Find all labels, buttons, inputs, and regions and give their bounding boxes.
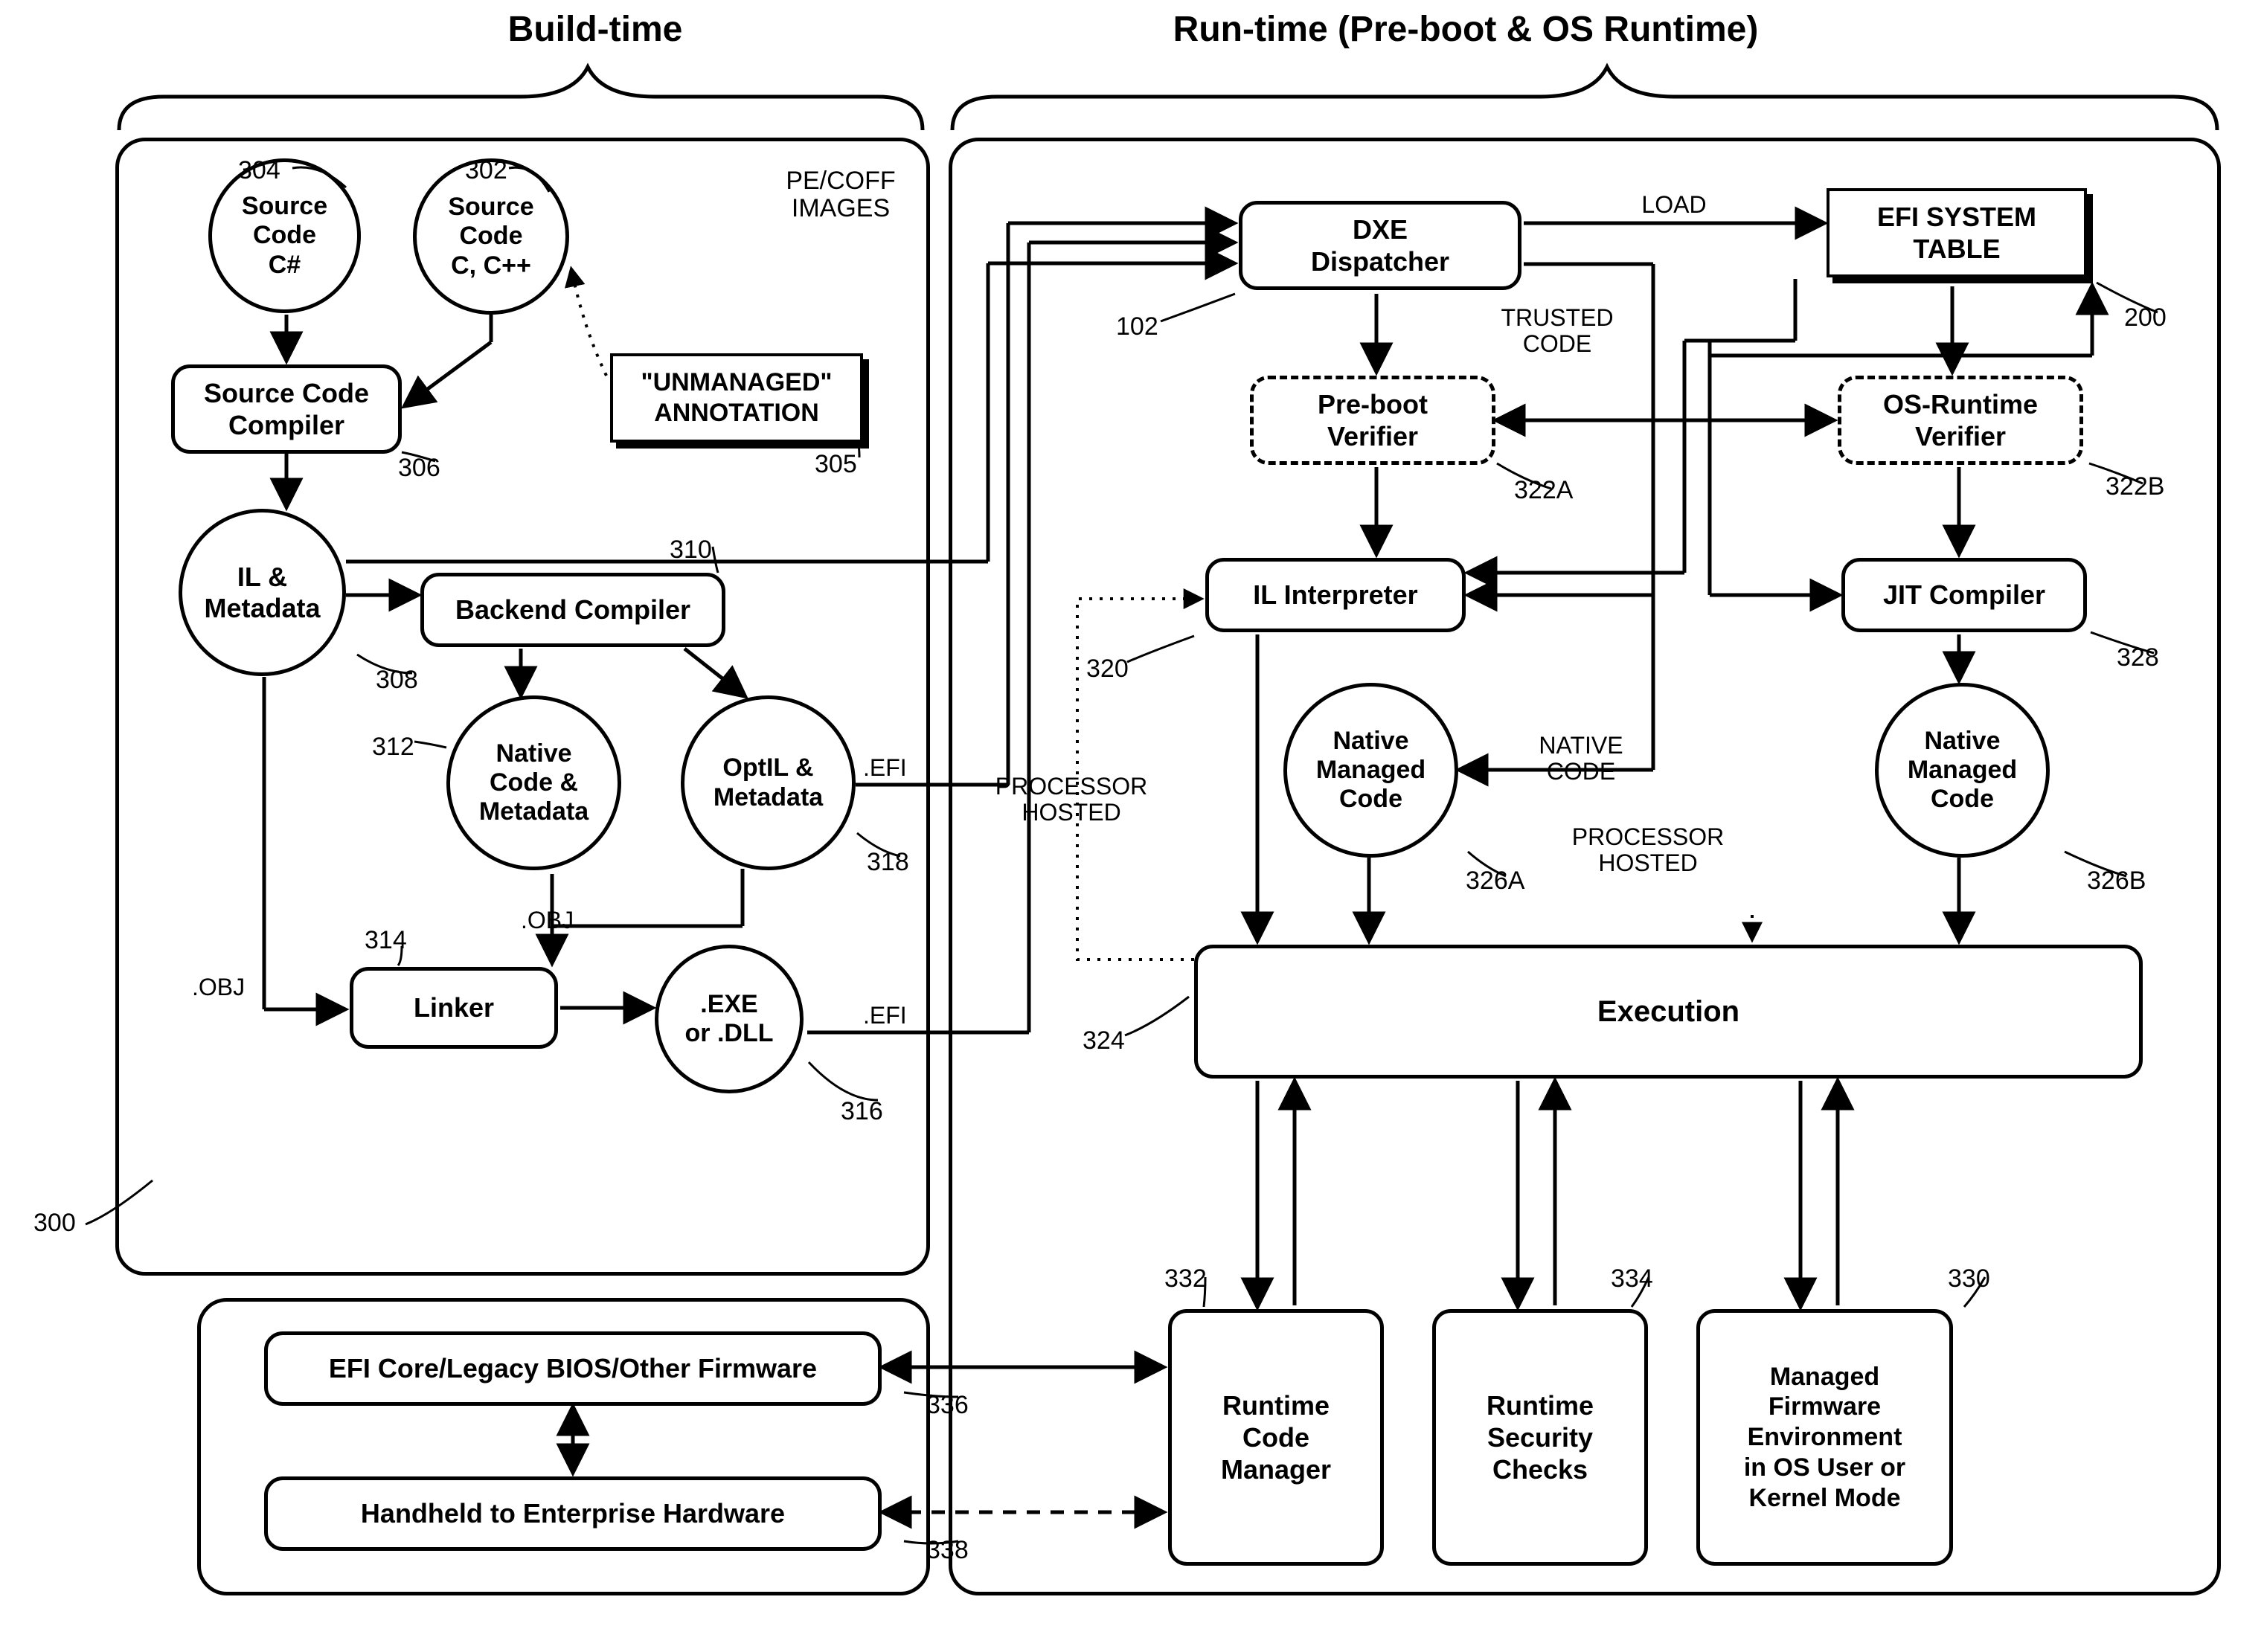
optil-metadata-circle: OptIL & Metadata xyxy=(681,695,856,870)
text: Source Code Compiler xyxy=(204,377,369,441)
ref-312: 312 xyxy=(372,733,414,762)
text: DXE Dispatcher xyxy=(1311,213,1449,277)
ref-328: 328 xyxy=(2117,643,2159,672)
build-time-title: Build-time xyxy=(446,9,744,50)
text: Linker xyxy=(414,991,494,1023)
text: Managed Firmware Environment in OS User … xyxy=(1744,1362,1905,1514)
trusted-code-label: TRUSTED CODE xyxy=(1483,305,1632,357)
text: JIT Compiler xyxy=(1883,579,2045,611)
efi-firmware-box: EFI Core/Legacy BIOS/Other Firmware xyxy=(264,1331,882,1406)
ref-102: 102 xyxy=(1116,312,1158,341)
native-code-metadata-circle: Native Code & Metadata xyxy=(446,695,621,870)
text: Runtime Security Checks xyxy=(1487,1389,1594,1486)
ref-338: 338 xyxy=(926,1536,969,1565)
ref-334: 334 xyxy=(1611,1264,1653,1293)
ref-326a: 326A xyxy=(1466,867,1524,896)
text: Pre-boot Verifier xyxy=(1318,388,1428,452)
text: EFI Core/Legacy BIOS/Other Firmware xyxy=(329,1352,817,1384)
text: "UNMANAGED" ANNOTATION xyxy=(641,367,832,428)
load-label: LOAD xyxy=(1629,192,1719,218)
text: OptIL & Metadata xyxy=(713,753,823,811)
ref-200: 200 xyxy=(2124,303,2167,332)
text: Handheld to Enterprise Hardware xyxy=(361,1497,785,1529)
native-code-label: NATIVE CODE xyxy=(1521,733,1641,785)
text: OS-Runtime Verifier xyxy=(1883,388,2038,452)
text: IL Interpreter xyxy=(1253,579,1417,611)
dxe-dispatcher-box: DXE Dispatcher xyxy=(1239,201,1521,290)
pecoff-label: PE/COFF IMAGES xyxy=(766,167,915,223)
run-time-title: Run-time (Pre-boot & OS Runtime) xyxy=(1101,9,1830,50)
linker-box: Linker xyxy=(350,967,558,1049)
text: Execution xyxy=(1597,994,1739,1029)
text: Native Code & Metadata xyxy=(479,739,589,826)
backend-compiler-box: Backend Compiler xyxy=(420,573,725,647)
ref-330: 330 xyxy=(1948,1264,1990,1293)
native-managed-code-b-circle: Native Managed Code xyxy=(1875,683,2050,858)
processor-hosted-label-left: PROCESSOR HOSTED xyxy=(978,774,1164,826)
hardware-box: Handheld to Enterprise Hardware xyxy=(264,1476,882,1551)
text: PE/COFF IMAGES xyxy=(786,167,895,222)
efi-system-table-box: EFI SYSTEM TABLE xyxy=(1827,188,2087,277)
ref-326b: 326B xyxy=(2087,867,2146,896)
runtime-security-checks-box: Runtime Security Checks xyxy=(1432,1309,1648,1566)
preboot-verifier-box: Pre-boot Verifier xyxy=(1250,376,1495,465)
native-managed-code-a-circle: Native Managed Code xyxy=(1283,683,1458,858)
os-runtime-verifier-box: OS-Runtime Verifier xyxy=(1838,376,2083,465)
text: PROCESSOR HOSTED xyxy=(1572,823,1724,876)
ref-306: 306 xyxy=(398,454,440,483)
runtime-code-manager-box: Runtime Code Manager xyxy=(1168,1309,1384,1566)
text: Backend Compiler xyxy=(455,594,690,626)
ref-302: 302 xyxy=(465,156,507,185)
ref-305: 305 xyxy=(815,450,857,479)
processor-hosted-label-right: PROCESSOR HOSTED xyxy=(1551,824,1745,876)
text: NATIVE CODE xyxy=(1539,732,1623,785)
efi-label-1: .EFI xyxy=(863,755,907,781)
text: IL & Metadata xyxy=(204,562,320,623)
source-code-compiler-box: Source Code Compiler xyxy=(171,364,402,454)
text: Runtime Code Manager xyxy=(1221,1389,1331,1486)
ref-318: 318 xyxy=(867,848,909,877)
efi-label-2: .EFI xyxy=(863,1003,907,1029)
ref-316: 316 xyxy=(841,1097,883,1126)
ref-336: 336 xyxy=(926,1391,969,1420)
ref-320: 320 xyxy=(1086,655,1129,684)
text: TRUSTED CODE xyxy=(1501,304,1613,357)
text: Native Managed Code xyxy=(1316,727,1426,814)
ref-332: 332 xyxy=(1164,1264,1207,1293)
ref-300: 300 xyxy=(33,1209,76,1238)
obj-label-1: .OBJ xyxy=(192,974,245,1000)
il-metadata-circle: IL & Metadata xyxy=(179,509,346,676)
text: .EXE or .DLL xyxy=(685,990,774,1048)
obj-label-2: .OBJ xyxy=(521,907,574,933)
exe-dll-circle: .EXE or .DLL xyxy=(655,945,804,1093)
jit-compiler-box: JIT Compiler xyxy=(1841,558,2087,632)
ref-314: 314 xyxy=(365,926,407,955)
execution-box: Execution xyxy=(1194,945,2143,1079)
ref-322a: 322A xyxy=(1514,476,1573,505)
text: PROCESSOR HOSTED xyxy=(995,773,1147,826)
text: LOAD xyxy=(1641,191,1706,218)
ref-322b: 322B xyxy=(2106,472,2164,501)
text: Source Code C# xyxy=(242,192,327,279)
source-code-cs-circle: Source Code C# xyxy=(208,158,361,313)
text: Source Code C, C++ xyxy=(448,193,533,280)
ref-308: 308 xyxy=(376,666,418,695)
unmanaged-annotation-box: "UNMANAGED" ANNOTATION xyxy=(610,353,863,443)
ref-324: 324 xyxy=(1083,1026,1125,1055)
ref-304: 304 xyxy=(238,156,280,185)
managed-firmware-env-box: Managed Firmware Environment in OS User … xyxy=(1696,1309,1953,1566)
il-interpreter-box: IL Interpreter xyxy=(1205,558,1466,632)
text: Native Managed Code xyxy=(1908,727,2017,814)
ref-310: 310 xyxy=(670,536,712,565)
text: EFI SYSTEM TABLE xyxy=(1877,201,2036,265)
